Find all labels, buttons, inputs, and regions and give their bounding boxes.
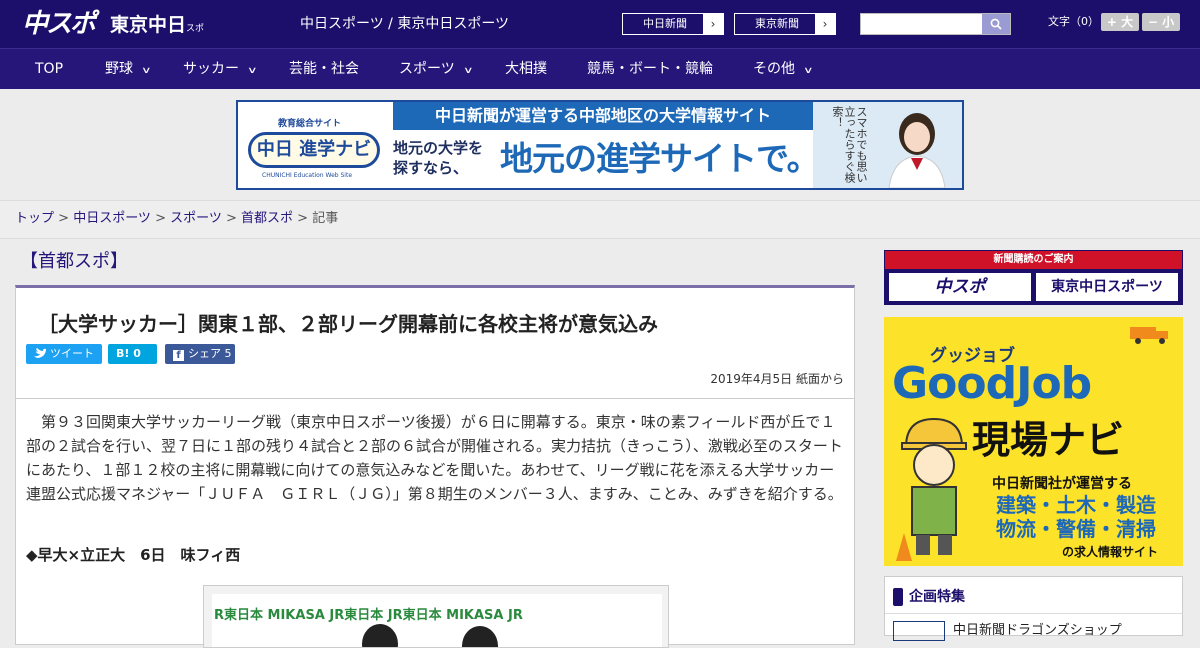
article-divider <box>16 398 854 399</box>
subscription-tokyo-chunichi[interactable]: 東京中日スポーツ <box>1036 273 1178 301</box>
tokyo-chunichi-logo[interactable]: 東京中日スポーツ <box>110 12 210 64</box>
banner-main-text: 地元の進学サイトで。 <box>500 139 820 178</box>
chevron-down-icon: ∨ <box>462 66 474 76</box>
breadcrumb-sep: > <box>54 211 74 226</box>
breadcrumb: トップ > 中日スポーツ > スポーツ > 首都スポ > 記事 <box>0 200 1200 239</box>
goodjob-ad[interactable]: グッジョブ GoodJob 現場ナビ 中日新聞社が運営する 建築・土木・製造 物… <box>884 317 1183 566</box>
banner-navi-logo: 中日 進学ナビ <box>248 132 380 168</box>
tweet-button[interactable]: ツイート <box>26 344 102 364</box>
banner-top-text: 中日新聞が運営する中部地区の大学情報サイト <box>393 102 813 130</box>
article-date: 2019年4月5日 紙面から <box>710 372 844 386</box>
chevron-down-icon: ∨ <box>247 66 258 76</box>
chevron-right-icon: › <box>703 14 723 34</box>
font-size-label: 文字（0） <box>1048 15 1099 28</box>
banner-edu-label: 教育総合サイト <box>278 119 342 129</box>
article: ［大学サッカー］関東１部、２部リーグ開幕前に各校主将が意気込み ツイート B! … <box>15 285 855 648</box>
site-names: 中日スポーツ / 東京中日スポーツ <box>300 16 510 32</box>
breadcrumb-sep: > <box>293 211 313 226</box>
nav-item-entertainment[interactable]: 芸能・社会 <box>289 49 359 89</box>
banner-cedu-label: CHUNICHI Education Web Site <box>262 172 353 179</box>
nav-label: その他 <box>753 61 795 77</box>
nav-label: 野球 <box>105 61 133 77</box>
nav-label: サッカー <box>183 61 239 77</box>
facebook-icon: f <box>173 350 184 361</box>
shingaku-navi-banner[interactable]: 教育総合サイト 中日 進学ナビ CHUNICHI Education Web S… <box>236 100 964 190</box>
photo-backdrop: R東日本 MIKASA JR東日本 JR東日本 MIKASA JR <box>212 594 662 647</box>
chunichi-shimbun-button[interactable]: 中日新聞 › <box>622 13 724 35</box>
person-illustration <box>888 113 946 188</box>
chevron-right-icon: › <box>815 14 835 34</box>
goodjob-copy-industries2: 物流・警備・清掃 <box>996 517 1156 541</box>
main-nav: TOP 野球 ∨ サッカー ∨ 芸能・社会 スポーツ ∨ 大相撲 競馬・ボート・競輪 … <box>0 48 1200 89</box>
goodjob-copy-tagline: の求人情報サイト <box>1062 545 1159 559</box>
nav-label: 芸能・社会 <box>289 61 359 77</box>
banner-sub-text: 地元の大学を探すなら、 <box>393 139 484 177</box>
goodjob-copy-industries1: 建築・土木・製造 <box>996 493 1156 517</box>
hatena-button[interactable]: B! 0 <box>108 344 157 364</box>
nav-item-other[interactable]: その他 ∨ <box>753 49 814 89</box>
chevron-down-icon: ∨ <box>141 66 152 76</box>
font-smaller-button[interactable]: − 小 <box>1142 13 1180 31</box>
breadcrumb-sep: > <box>221 211 242 226</box>
nav-item-soccer[interactable]: サッカー ∨ <box>183 49 258 89</box>
section-title: 【首都スポ】 <box>20 251 128 272</box>
search-input[interactable] <box>861 14 982 34</box>
top-header: 中スポ 東京中日スポーツ 中日スポーツ / 東京中日スポーツ 中日新聞 › 東京… <box>0 0 1200 64</box>
goodjob-logo: GoodJob <box>892 358 1092 409</box>
special-feature-label: 企画特集 <box>909 589 965 605</box>
article-photo[interactable]: R東日本 MIKASA JR東日本 JR東日本 MIKASA JR <box>203 585 669 648</box>
special-feature-divider <box>885 613 1182 614</box>
breadcrumb-shuto-spo[interactable]: 首都スポ <box>241 211 293 226</box>
ribbon-icon <box>893 588 903 606</box>
chuspo-logo[interactable]: 中スポ <box>22 8 100 40</box>
subscription-chuspo[interactable]: 中スポ <box>889 273 1031 301</box>
special-feature-box: 企画特集 中日新聞ドラゴンズショップ <box>884 576 1183 641</box>
search-icon <box>990 18 1002 30</box>
nav-label: TOP <box>35 61 64 77</box>
font-larger-button[interactable]: + 大 <box>1101 13 1139 31</box>
tokyo-shimbun-label: 東京新聞 <box>755 17 799 30</box>
subscription-ad[interactable]: 新聞購読のご案内 中スポ 東京中日スポーツ <box>884 250 1183 305</box>
nav-item-top[interactable]: TOP <box>35 49 63 89</box>
facebook-share-label: シェア 5 <box>188 347 232 360</box>
goodjob-copy-operator: 中日新聞社が運営する <box>992 476 1132 492</box>
chunichi-shimbun-label: 中日新聞 <box>643 17 687 30</box>
subscription-ad-title: 新聞購読のご案内 <box>885 251 1182 269</box>
nav-item-keiba[interactable]: 競馬・ボート・競輪 <box>587 49 713 89</box>
nav-item-sumo[interactable]: 大相撲 <box>505 49 547 89</box>
banner-logo-area: 教育総合サイト 中日 進学ナビ CHUNICHI Education Web S… <box>238 102 393 188</box>
tokyo-shimbun-button[interactable]: 東京新聞 › <box>734 13 836 35</box>
tweet-label: ツイート <box>50 347 94 360</box>
search-box <box>860 13 1011 35</box>
dragons-shop-link[interactable]: 中日新聞ドラゴンズショップ <box>953 619 1122 638</box>
worker-illustration <box>896 417 967 561</box>
facebook-share-button[interactable]: f シェア 5 <box>165 344 235 364</box>
special-feature-title: 企画特集 <box>893 585 965 609</box>
dragons-shop-thumbnail[interactable] <box>893 621 945 641</box>
nav-item-sports[interactable]: スポーツ ∨ <box>399 49 474 89</box>
nav-label: 競馬・ボート・競輪 <box>587 61 713 77</box>
genba-navi-title: 現場ナビ <box>972 418 1125 462</box>
banner-vertical-text: スマホでも思い立ったらすぐ検索！ <box>831 106 868 183</box>
photo-sponsor-text: R東日本 MIKASA JR東日本 JR東日本 MIKASA JR <box>214 608 523 623</box>
chevron-down-icon: ∨ <box>803 66 814 76</box>
breadcrumb-chunichi-sports[interactable]: 中日スポーツ <box>73 211 151 226</box>
breadcrumb-sports[interactable]: スポーツ <box>170 211 222 226</box>
nav-label: 大相撲 <box>505 61 547 77</box>
truck-icon <box>1130 327 1168 344</box>
twitter-icon <box>34 348 46 358</box>
search-button[interactable] <box>982 14 1010 34</box>
breadcrumb-current: 記事 <box>312 211 339 226</box>
article-subhead: ◆早大×立正大 6日 味フィ西 <box>26 546 241 564</box>
nav-item-baseball[interactable]: 野球 ∨ <box>105 49 152 89</box>
breadcrumb-sep: > <box>150 211 171 226</box>
nav-label: スポーツ <box>399 61 455 77</box>
article-body: 第９３回関東大学サッカーリーグ戦（東京中日スポーツ後援）が６日に開幕する。東京・… <box>26 413 843 503</box>
tokyo-logo-text: 東京中日 <box>110 14 187 36</box>
banner-photo-area: スマホでも思い立ったらすぐ検索！ <box>813 102 962 188</box>
breadcrumb-top[interactable]: トップ <box>15 211 54 226</box>
article-headline: ［大学サッカー］関東１部、２部リーグ開幕前に各校主将が意気込み <box>38 312 658 336</box>
